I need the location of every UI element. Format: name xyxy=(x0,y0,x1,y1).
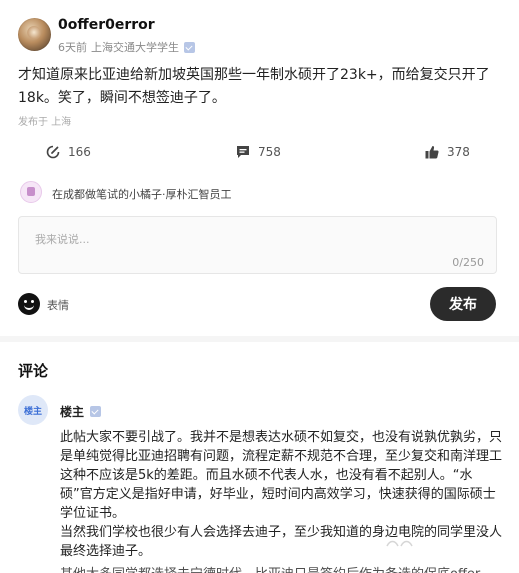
author-meta: 6天前 上海交通大学学生 xyxy=(58,39,195,55)
author-school: 上海交通大学学生 xyxy=(91,41,179,54)
owner-avatar[interactable]: 楼主 xyxy=(18,395,48,425)
post-time: 6天前 xyxy=(58,41,87,54)
emoji-icon[interactable] xyxy=(18,293,40,315)
emoji-label[interactable]: 表情 xyxy=(47,297,69,313)
watermark-icon xyxy=(386,540,413,547)
commenter-identity[interactable]: 在成都做笔试的小橘子·厚朴汇智员工 xyxy=(52,186,232,202)
comment-body: 此帖大家不要引战了。我并不是想表达水硕不如复交，也没有说孰优孰劣，只是单纯觉得比… xyxy=(60,428,505,561)
like-stat[interactable]: 378 xyxy=(425,145,470,159)
owner-verified-icon xyxy=(90,406,102,417)
comment-paragraph: 此帖大家不要引战了。我并不是想表达水硕不如复交，也没有说孰优孰劣，只是单纯觉得比… xyxy=(60,430,503,521)
like-count: 378 xyxy=(447,145,470,159)
author-name[interactable]: 0offer0error xyxy=(58,17,155,33)
verified-badge-icon xyxy=(184,41,195,53)
post-text: 才知道原来比亚迪给新加坡英国那些一年制水硕开了23k+，而给复交只开了18k。笑… xyxy=(18,67,490,106)
edit-count: 166 xyxy=(68,145,91,159)
comment-count: 758 xyxy=(258,145,281,159)
owner-name-label: 楼主 xyxy=(60,405,85,419)
comments-title: 评论 xyxy=(18,362,49,380)
edit-icon xyxy=(46,145,60,159)
comment-input[interactable]: 我来说说... 0/250 xyxy=(18,216,497,274)
section-divider xyxy=(0,336,519,342)
comment-icon xyxy=(237,146,249,158)
char-counter: 0/250 xyxy=(452,256,484,269)
owner-name[interactable]: 楼主 xyxy=(60,403,102,420)
thumbs-up-icon xyxy=(425,146,439,159)
edit-stat[interactable]: 166 xyxy=(46,145,91,159)
commenter-avatar-icon[interactable] xyxy=(20,181,42,203)
comment-paragraph: 当然我们学校也很少有人会选择去迪子，至少我知道的身边电院的同学里没人最终选择迪子… xyxy=(60,525,503,559)
publish-button[interactable]: 发布 xyxy=(430,287,496,321)
post-location: 发布于 上海 xyxy=(18,117,72,128)
author-avatar[interactable] xyxy=(18,18,51,51)
comment-input-placeholder: 我来说说... xyxy=(35,233,90,246)
comment-stat[interactable]: 758 xyxy=(236,145,281,159)
comment-cutoff-line: 其他大多同学都选择去宁德时代，比亚迪只是签约后作为备选的保底offer。 xyxy=(60,563,500,573)
